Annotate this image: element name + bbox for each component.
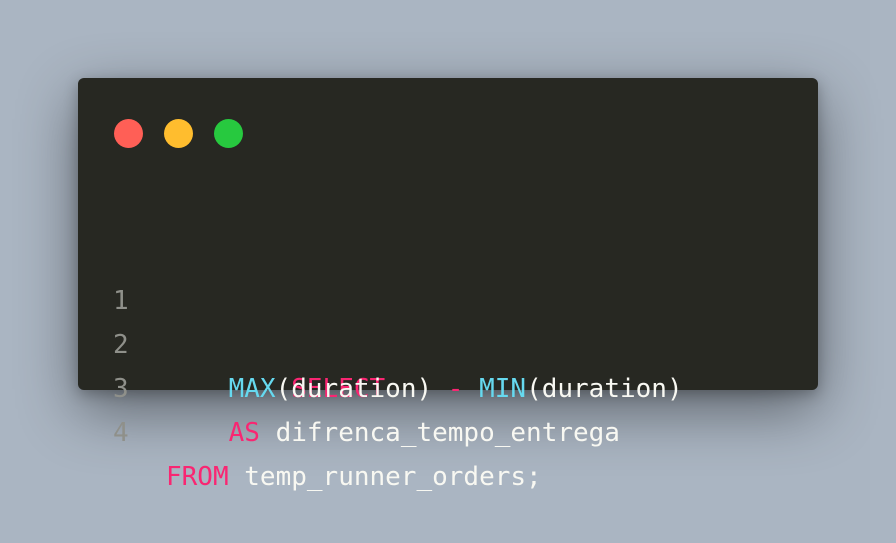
line-number: 4 xyxy=(113,418,129,448)
code-text: FROM temp_runner_orders; xyxy=(166,455,542,499)
code-line: 4 FROM temp_runner_orders; xyxy=(78,367,542,492)
keyword-token: AS xyxy=(228,418,260,448)
function-token: MAX xyxy=(228,374,276,404)
code-text: MAX(duration) - MIN(duration) xyxy=(166,367,683,411)
operator-token: - xyxy=(447,374,464,404)
code-line: 1 SELECT xyxy=(78,235,385,404)
indent-token xyxy=(166,374,229,404)
function-token: MIN xyxy=(479,374,527,404)
text-token: (duration) xyxy=(526,374,683,404)
text-token: difrenca_tempo_entrega xyxy=(259,418,620,448)
code-text: AS difrenca_tempo_entrega xyxy=(166,411,620,455)
keyword-token: FROM xyxy=(166,462,229,492)
maximize-dot[interactable] xyxy=(214,119,243,148)
minimize-dot[interactable] xyxy=(164,119,193,148)
code-line: 3 AS difrenca_tempo_entrega xyxy=(78,323,620,448)
close-dot[interactable] xyxy=(114,119,143,148)
text-token: temp_runner_orders; xyxy=(228,462,542,492)
text-token: (duration) xyxy=(275,374,448,404)
indent-token xyxy=(166,418,229,448)
code-window: 1 SELECT 2 MAX(duration) - MIN(duration)… xyxy=(78,78,818,492)
code-line: 2 MAX(duration) - MIN(duration) xyxy=(78,279,683,404)
